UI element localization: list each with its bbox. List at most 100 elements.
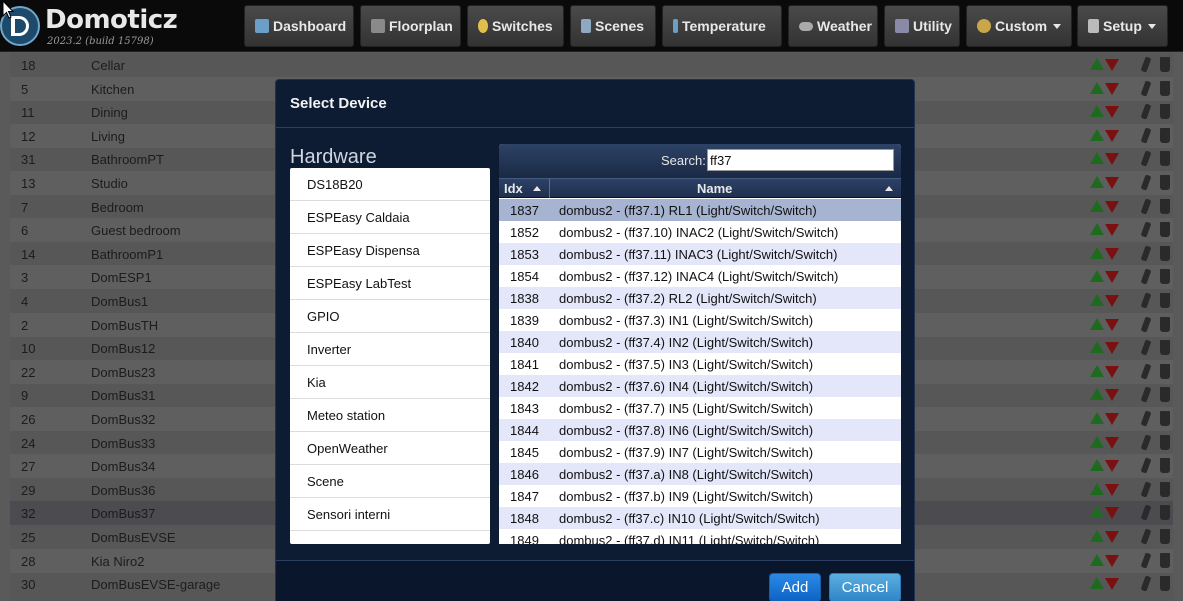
nav-custom[interactable]: Custom [966,5,1072,47]
edit-icon[interactable] [1140,575,1152,592]
move-up-down-icon[interactable] [1090,176,1120,190]
device-row[interactable]: 1849 dombus2 - (ff37.d) IN11 (Light/Switc… [499,529,901,544]
delete-icon[interactable] [1160,222,1170,238]
device-row[interactable]: 1854 dombus2 - (ff37.12) INAC4 (Light/Swi… [499,265,901,287]
edit-icon[interactable] [1140,316,1152,333]
edit-icon[interactable] [1140,363,1152,380]
move-up-down-icon[interactable] [1090,553,1120,568]
edit-icon[interactable] [1140,174,1152,191]
hardware-item[interactable]: ESPEasy Dispensa [290,234,490,267]
hardware-item[interactable]: ESPEasy LabTest [290,267,490,300]
cancel-button[interactable]: Cancel [829,573,901,601]
nav-utility[interactable]: Utility [884,5,960,47]
column-header-name[interactable]: Name [697,181,732,196]
edit-icon[interactable] [1140,339,1152,356]
nav-weather[interactable]: Weather [788,5,878,47]
edit-icon[interactable] [1140,292,1152,309]
move-up-down-icon[interactable] [1090,294,1120,308]
delete-icon[interactable] [1160,245,1170,261]
move-up-down-icon[interactable] [1090,530,1120,544]
nav-floorplan[interactable]: Floorplan [360,5,461,47]
hardware-item[interactable]: Sensori interni [290,498,490,531]
move-up-down-icon[interactable] [1090,81,1120,96]
nav-dashboard[interactable]: Dashboard [244,5,354,47]
column-header-idx[interactable]: Idx [504,181,523,196]
delete-icon[interactable] [1160,151,1170,167]
delete-icon[interactable] [1160,387,1170,403]
device-row[interactable]: 1840 dombus2 - (ff37.4) IN2 (Light/Switch… [499,331,901,353]
edit-icon[interactable] [1140,127,1152,144]
hardware-item[interactable]: OpenWeather [290,432,490,465]
move-up-down-icon[interactable] [1090,152,1120,166]
delete-icon[interactable] [1160,80,1170,96]
hardware-item[interactable]: GPIO [290,300,490,333]
edit-icon[interactable] [1140,80,1152,97]
hardware-list[interactable]: DS18B20 ESPEasy Caldaia ESPEasy Dispensa ES… [290,168,490,544]
move-up-down-icon[interactable] [1090,412,1120,426]
table-row[interactable]: 18 Cellar [10,53,1173,77]
move-up-down-icon[interactable] [1090,223,1120,237]
hardware-item[interactable]: Meteo station [290,399,490,432]
delete-icon[interactable] [1160,340,1170,356]
move-up-down-icon[interactable] [1090,506,1120,520]
delete-icon[interactable] [1160,411,1170,426]
edit-icon[interactable] [1140,386,1152,403]
move-up-down-icon[interactable] [1090,128,1120,143]
hardware-item[interactable]: Scene [290,465,490,498]
move-up-down-icon[interactable] [1090,246,1120,261]
device-row[interactable]: 1846 dombus2 - (ff37.a) IN8 (Light/Switch… [499,463,901,485]
device-row[interactable]: 1841 dombus2 - (ff37.5) IN3 (Light/Switch… [499,353,901,375]
delete-icon[interactable] [1160,529,1170,544]
move-up-down-icon[interactable] [1090,364,1120,379]
device-row[interactable]: 1839 dombus2 - (ff37.3) IN1 (Light/Switch… [499,309,901,331]
move-up-down-icon[interactable] [1090,199,1120,214]
edit-icon[interactable] [1140,457,1152,474]
device-row[interactable]: 1852 dombus2 - (ff37.10) INAC2 (Light/Swi… [499,221,901,243]
delete-icon[interactable] [1160,458,1170,474]
move-up-down-icon[interactable] [1090,105,1120,119]
delete-icon[interactable] [1160,363,1170,379]
device-row[interactable]: 1847 dombus2 - (ff37.b) IN9 (Light/Switch… [499,485,901,507]
device-row[interactable]: 1844 dombus2 - (ff37.8) IN6 (Light/Switch… [499,419,901,441]
device-row[interactable]: 1837 dombus2 - (ff37.1) RL1 (Light/Switch… [499,199,901,221]
device-row[interactable]: 1843 dombus2 - (ff37.7) IN5 (Light/Switch… [499,397,901,419]
device-row[interactable]: 1853 dombus2 - (ff37.11) INAC3 (Light/Swi… [499,243,901,265]
move-up-down-icon[interactable] [1090,459,1120,473]
hardware-item[interactable]: ESPEasy Caldaia [290,201,490,234]
move-up-down-icon[interactable] [1090,317,1120,332]
device-row[interactable]: 1848 dombus2 - (ff37.c) IN10 (Light/Switc… [499,507,901,529]
edit-icon[interactable] [1140,504,1152,521]
move-up-down-icon[interactable] [1090,577,1120,591]
edit-icon[interactable] [1140,410,1152,427]
edit-icon[interactable] [1140,268,1152,285]
edit-icon[interactable] [1140,552,1152,569]
device-row[interactable]: 1838 dombus2 - (ff37.2) RL2 (Light/Switch… [499,287,901,309]
delete-icon[interactable] [1160,293,1170,308]
move-up-down-icon[interactable] [1090,341,1120,355]
edit-icon[interactable] [1140,56,1152,73]
edit-icon[interactable] [1140,245,1152,262]
hardware-item[interactable]: DS18B20 [290,168,490,201]
delete-icon[interactable] [1160,104,1170,120]
hardware-item[interactable] [290,531,490,544]
nav-switches[interactable]: Switches [467,5,564,47]
delete-icon[interactable] [1160,481,1170,497]
search-input[interactable] [707,149,894,171]
move-up-down-icon[interactable] [1090,388,1120,402]
nav-temperature[interactable]: Temperature [662,5,782,47]
delete-icon[interactable] [1160,505,1170,521]
delete-icon[interactable] [1160,316,1170,332]
delete-icon[interactable] [1160,576,1170,592]
edit-icon[interactable] [1140,434,1152,451]
device-row[interactable]: 1845 dombus2 - (ff37.9) IN7 (Light/Switch… [499,441,901,463]
delete-icon[interactable] [1160,57,1170,72]
logo[interactable]: Domoticz 2023.2 (build 15798) [0,4,180,50]
delete-icon[interactable] [1160,127,1170,143]
edit-icon[interactable] [1140,103,1152,120]
edit-icon[interactable] [1140,150,1152,167]
add-button[interactable]: Add [769,573,821,601]
edit-icon[interactable] [1140,481,1152,498]
hardware-item[interactable]: Kia [290,366,490,399]
delete-icon[interactable] [1160,198,1170,214]
edit-icon[interactable] [1140,528,1152,545]
